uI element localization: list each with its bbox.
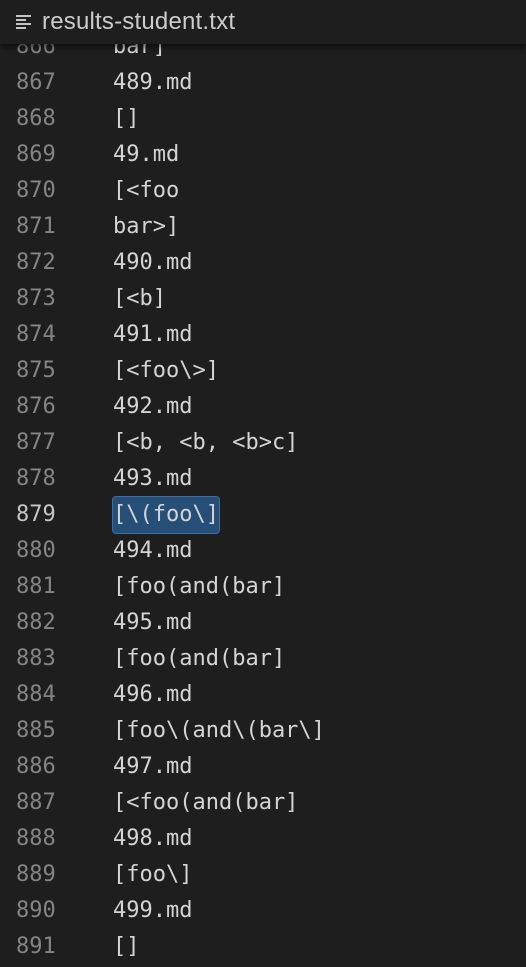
editor-line[interactable]: 887 [<foo(and(bar] [0,785,526,821]
line-number: 887 [16,790,56,815]
line-text[interactable]: [foo(and(bar] [113,569,285,605]
line-number: 882 [16,610,56,635]
line-text[interactable]: 494.md [113,533,192,569]
line-number: 876 [16,394,56,419]
line-number: 879 [16,502,56,527]
line-text[interactable]: [<foo\>] [113,353,219,389]
editor-line[interactable]: 882 495.md [0,605,526,641]
line-text[interactable]: [] [113,101,140,137]
line-number: 880 [16,538,56,563]
line-text[interactable]: [<foo(and(bar] [113,785,298,821]
line-number: 873 [16,286,56,311]
editor-line[interactable]: 891 [] [0,929,526,965]
editor-line[interactable]: 889 [foo\] [0,857,526,893]
line-text[interactable]: [foo\] [113,857,192,893]
editor-line[interactable]: 881 [foo(and(bar] [0,569,526,605]
line-text[interactable]: 489.md [113,65,192,101]
editor-line[interactable]: 876 492.md [0,389,526,425]
editor-title-bar: results-student.txt [0,0,526,44]
line-number: 868 [16,106,56,131]
text-editor: results-student.txt 866 bar] 867 489.md 868[… [0,0,526,967]
line-text[interactable]: [<foo [113,173,179,209]
editor-line[interactable]: 869 49.md [0,137,526,173]
line-text[interactable]: 498.md [113,821,192,857]
line-number: 883 [16,646,56,671]
line-text[interactable]: 495.md [113,605,192,641]
line-number: 870 [16,178,56,203]
line-number: 869 [16,142,56,167]
editor-line[interactable]: 870 [<foo [0,173,526,209]
editor-line[interactable]: 890 499.md [0,893,526,929]
line-text[interactable]: 491.md [113,317,192,353]
editor-line[interactable]: 871 bar>] [0,209,526,245]
line-text[interactable]: [foo(and(bar] [113,641,285,677]
editor-line[interactable]: 867 489.md [0,65,526,101]
line-number: 884 [16,682,56,707]
line-text[interactable]: 496.md [113,677,192,713]
line-number: 891 [16,934,56,959]
line-text[interactable]: 49.md [113,137,179,173]
line-text[interactable]: [foo\(and\(bar\] [113,713,325,749]
line-number: 886 [16,754,56,779]
editor-line[interactable]: 874 491.md [0,317,526,353]
line-number: 889 [16,862,56,887]
line-text[interactable]: [<b] [113,281,166,317]
text-lines-icon [16,15,32,29]
line-number: 877 [16,430,56,455]
line-text[interactable]: [] [113,929,140,965]
editor-line[interactable]: 880 494.md [0,533,526,569]
editor-line[interactable]: 883 [foo(and(bar] [0,641,526,677]
line-text[interactable]: 492.md [113,389,192,425]
line-text[interactable]: 497.md [113,749,192,785]
editor-line[interactable]: 885 [foo\(and\(bar\] [0,713,526,749]
editor-line[interactable]: 875 [<foo\>] [0,353,526,389]
line-text[interactable]: [<b, <b, <b>c] [113,425,298,461]
line-number: 885 [16,718,56,743]
line-number: 871 [16,214,56,239]
selected-line-text[interactable]: [\(foo\] [112,496,220,534]
line-number: 872 [16,250,56,275]
line-text[interactable]: 490.md [113,245,192,281]
line-number: 867 [16,70,56,95]
editor-line[interactable]: 873 [<b] [0,281,526,317]
line-number: 875 [16,358,56,383]
editor-line[interactable]: 872 490.md [0,245,526,281]
line-number: 881 [16,574,56,599]
line-text[interactable]: 493.md [113,461,192,497]
line-number: 890 [16,898,56,923]
line-text[interactable]: 499.md [113,893,192,929]
editor-line[interactable]: 877 [<b, <b, <b>c] [0,425,526,461]
code-area[interactable]: 866 bar] 867 489.md 868[] 869 49.md 870 [<foo 871… [0,29,526,965]
editor-line[interactable]: 888 498.md [0,821,526,857]
line-text[interactable]: bar>] [113,209,179,245]
file-title[interactable]: results-student.txt [42,7,235,37]
editor-line[interactable]: 886 497.md [0,749,526,785]
line-number: 878 [16,466,56,491]
line-number: 888 [16,826,56,851]
line-number: 874 [16,322,56,347]
editor-line[interactable]: 884 496.md [0,677,526,713]
editor-line[interactable]: 879 [\(foo\] [0,496,526,534]
editor-line[interactable]: 878 493.md [0,461,526,497]
editor-line[interactable]: 868 [] [0,101,526,137]
